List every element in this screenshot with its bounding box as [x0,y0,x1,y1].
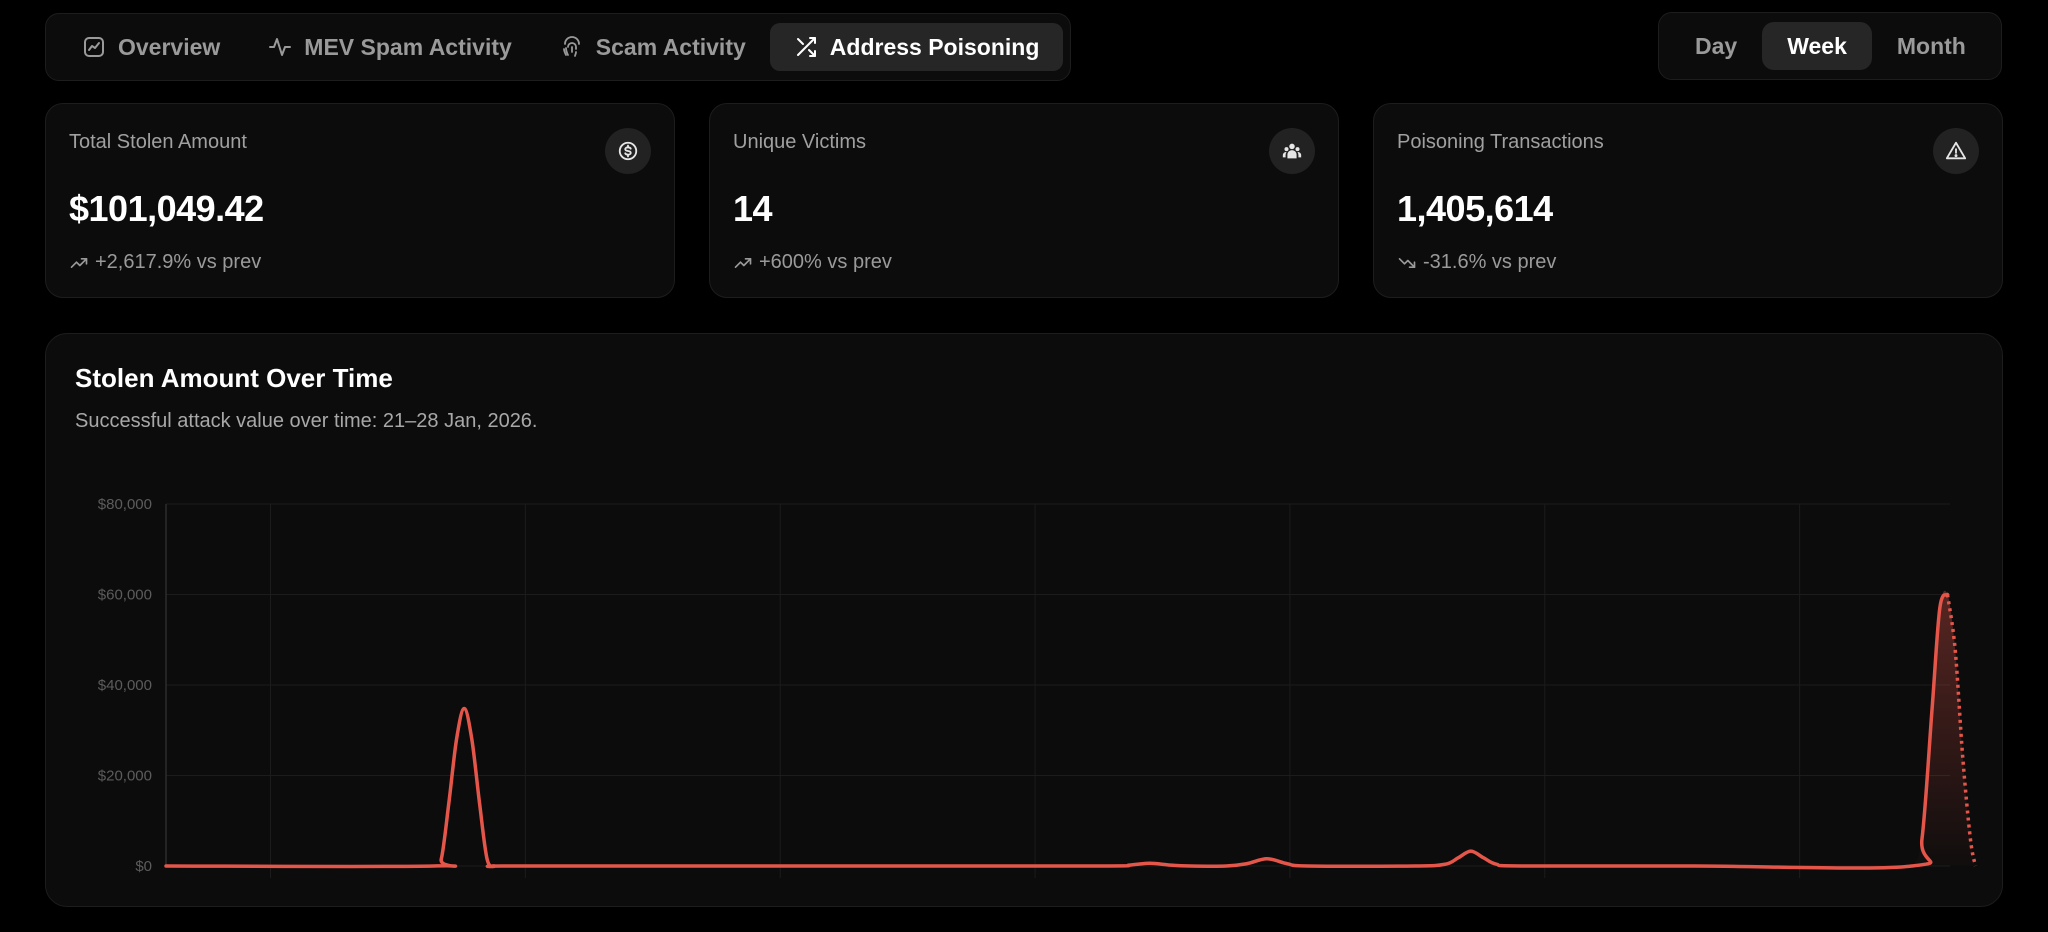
stat-value: $101,049.42 [69,188,264,229]
tab-label: MEV Spam Activity [304,33,512,60]
tab-label: Scam Activity [595,33,746,60]
activity-icon [268,35,292,59]
chart-line-icon [82,35,106,59]
tab-address-poisoning[interactable]: Address Poisoning [769,23,1064,71]
stat-card-unique-victims: Unique Victims 14 +600% vs prev [709,103,1339,298]
range-month-button[interactable]: Month [1872,22,1991,70]
tab-label: Overview [118,33,221,60]
y-tick-label: $0 [135,858,152,875]
range-week-button[interactable]: Week [1762,22,1872,70]
time-range-selector: Day Week Month [1658,12,2002,80]
range-day-button[interactable]: Day [1670,22,1762,70]
stat-change: +600% vs prev [733,251,892,274]
stat-change-text: -31.6% vs prev [1423,251,1557,273]
shuffle-icon [794,35,818,59]
users-icon [1269,128,1315,174]
stat-change: -31.6% vs prev [1397,251,1556,274]
y-tick-label: $80,000 [98,496,152,513]
trend-down-icon [1397,253,1417,273]
fingerprint-icon [560,35,584,59]
trend-up-icon [733,253,753,273]
tab-scam-activity[interactable]: Scam Activity [536,23,770,71]
tab-overview[interactable]: Overview [58,23,244,71]
stat-change-text: +2,617.9% vs prev [95,251,262,273]
stat-label: Poisoning Transactions [1397,131,1604,153]
tab-mev-spam-activity[interactable]: MEV Spam Activity [244,23,535,71]
tab-bar: Overview MEV Spam Activity Scam Activity… [45,13,1071,81]
y-tick-label: $40,000 [98,677,152,694]
stat-card-poisoning-transactions: Poisoning Transactions 1,405,614 -31.6% … [1373,103,2003,298]
series-area [1911,590,1976,866]
y-tick-label: $20,000 [98,768,152,785]
y-tick-label: $60,000 [98,587,152,604]
stat-value: 1,405,614 [1397,188,1553,229]
stolen-amount-chart: $0 $20,000 $40,000 $60,000 $80,000 [98,496,1978,878]
stat-value: 14 [733,188,773,229]
stat-label: Unique Victims [733,131,867,153]
stat-change-text: +600% vs prev [759,251,892,273]
stat-change: +2,617.9% vs prev [69,251,261,274]
dollar-icon [605,128,651,174]
stat-label: Total Stolen Amount [69,131,247,153]
trend-up-icon [69,253,89,273]
series-line [164,592,1950,870]
alert-triangle-icon [1933,128,1979,174]
tab-label: Address Poisoning [829,33,1040,60]
stolen-amount-chart-card: Stolen Amount Over Time Successful attac… [45,333,2003,907]
stat-card-total-stolen: Total Stolen Amount $101,049.42 +2,617.9… [45,103,675,298]
